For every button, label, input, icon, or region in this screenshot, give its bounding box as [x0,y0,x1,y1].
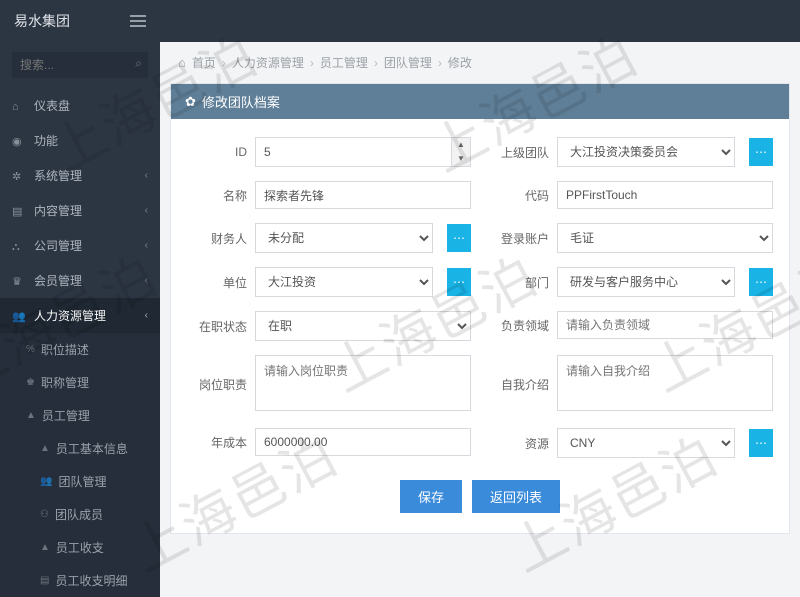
id-label: ID [187,145,247,159]
finance-label: 财务人 [187,230,247,247]
currency-select[interactable]: CNY [557,428,735,458]
hr-icon: 👥 [12,310,26,323]
code-label: 代码 [489,187,549,204]
finance-select[interactable]: 未分配 [255,223,433,253]
pay-icon: ▲ [40,542,50,553]
system-icon: ✲ [12,170,26,183]
link-icon: % [26,344,35,355]
subnav-employee-children: ▲员工基本信息 👥团队管理 ⚇团队成员 ▲员工收支 ▤员工收支明细 [0,432,160,597]
dept-more-button[interactable]: ⋯ [749,268,773,296]
finance-more-button[interactable]: ⋯ [447,224,471,252]
nav-content[interactable]: ▤内容管理‹ [0,193,160,228]
title-icon: ♚ [26,377,35,388]
company-icon: ⛬ [12,241,26,254]
nav-member[interactable]: ♛会员管理‹ [0,263,160,298]
domain-label: 负责领域 [489,317,549,334]
back-button[interactable]: 返回列表 [472,480,560,513]
crumb-0[interactable]: 首页 [192,54,216,71]
name-input[interactable] [255,181,471,209]
sidebar-search: ⌕ [0,42,160,88]
form-actions: 保存 返回列表 [187,472,773,527]
detail-icon: ▤ [40,575,49,586]
member-icon: ♛ [12,275,26,288]
subnav-hr: %职位描述 ♚职称管理 ▲员工管理 ▲员工基本信息 👥团队管理 ⚇团队成员 ▲员… [0,333,160,597]
chevron-left-icon: ‹ [145,240,148,251]
panel-title: ✿修改团队档案 [171,84,789,119]
subnav-team-members[interactable]: ⚇团队成员 [0,498,160,531]
function-icon: ◉ [12,135,26,148]
search-icon: ⌕ [135,56,142,71]
menu-toggle-icon[interactable] [130,15,146,27]
duty-textarea[interactable] [255,355,471,411]
unit-more-button[interactable]: ⋯ [447,268,471,296]
unit-select[interactable]: 大江投资 [255,267,433,297]
id-input[interactable] [255,137,452,167]
status-label: 在职状态 [187,318,247,335]
sidebar: ⌕ ⌂仪表盘 ◉功能 ✲系统管理‹ ▤内容管理‹ ⛬公司管理‹ ♛会员管理‹ 👥… [0,42,160,550]
chevron-left-icon: ‹ [145,310,148,321]
panel-body: ID ▲▼ 上级团队 大江投资决策委员会 ⋯ 名称 [171,119,789,533]
dashboard-icon: ⌂ [12,101,26,113]
id-step-up[interactable]: ▲ [452,138,470,152]
home-icon[interactable]: ⌂ [178,55,186,70]
crumb-1[interactable]: 人力资源管理 [232,54,304,71]
save-button[interactable]: 保存 [400,480,462,513]
user-icon: ▲ [26,410,36,421]
id-step-down[interactable]: ▼ [452,152,470,166]
breadcrumb: ⌂ 首页› 人力资源管理› 员工管理› 团队管理› 修改 [160,42,800,83]
subnav-title[interactable]: ♚职称管理 [0,366,160,399]
subnav-team-manage[interactable]: 👥团队管理 [0,465,160,498]
nav-function[interactable]: ◉功能 [0,123,160,158]
main: ⌂ 首页› 人力资源管理› 员工管理› 团队管理› 修改 ✿修改团队档案 ID … [160,42,800,550]
parent-label: 上级团队 [489,144,549,161]
topbar: 易水集团 [0,0,800,42]
person-icon: ▲ [40,443,50,454]
brand-name: 易水集团 [14,11,70,31]
currency-more-button[interactable]: ⋯ [749,429,773,457]
login-label: 登录账户 [489,230,549,247]
parent-more-button[interactable]: ⋯ [749,138,773,166]
duty-label: 岗位职责 [187,376,247,393]
nav-company[interactable]: ⛬公司管理‹ [0,228,160,263]
login-select[interactable]: 毛证 [557,223,773,253]
subnav-emp-pay[interactable]: ▲员工收支 [0,531,160,564]
domain-input[interactable] [557,311,773,339]
nav-system[interactable]: ✲系统管理‹ [0,158,160,193]
dept-select[interactable]: 研发与客户服务中心 [557,267,735,297]
gear-icon: ✿ [185,94,196,110]
search-input[interactable] [12,52,148,78]
intro-textarea[interactable] [557,355,773,411]
nav-hr[interactable]: 👥人力资源管理‹ [0,298,160,333]
status-select[interactable]: 在职 [255,311,471,341]
code-input[interactable] [557,181,773,209]
intro-label: 自我介绍 [489,376,549,393]
crumb-3[interactable]: 团队管理 [384,54,432,71]
form-panel: ✿修改团队档案 ID ▲▼ 上级团队 大江投资决策委员会 ⋯ [170,83,790,534]
subnav-emp-basic[interactable]: ▲员工基本信息 [0,432,160,465]
nav: ⌂仪表盘 ◉功能 ✲系统管理‹ ▤内容管理‹ ⛬公司管理‹ ♛会员管理‹ 👥人力… [0,88,160,333]
parent-select[interactable]: 大江投资决策委员会 [557,137,735,167]
unit-label: 单位 [187,274,247,291]
name-label: 名称 [187,187,247,204]
subnav-employee[interactable]: ▲员工管理 [0,399,160,432]
team-icon: 👥 [40,476,52,487]
cost-input[interactable] [255,428,471,456]
nav-dashboard[interactable]: ⌂仪表盘 [0,88,160,123]
content-icon: ▤ [12,205,26,218]
subnav-emp-pay-detail[interactable]: ▤员工收支明细 [0,564,160,597]
chevron-left-icon: ‹ [145,205,148,216]
crumb-2[interactable]: 员工管理 [320,54,368,71]
cost-label: 年成本 [187,434,247,451]
members-icon: ⚇ [40,509,49,520]
crumb-4: 修改 [448,54,472,71]
dept-label: 部门 [489,274,549,291]
currency-label: 资源 [489,435,549,452]
chevron-left-icon: ‹ [145,275,148,286]
chevron-left-icon: ‹ [145,170,148,181]
subnav-position[interactable]: %职位描述 [0,333,160,366]
